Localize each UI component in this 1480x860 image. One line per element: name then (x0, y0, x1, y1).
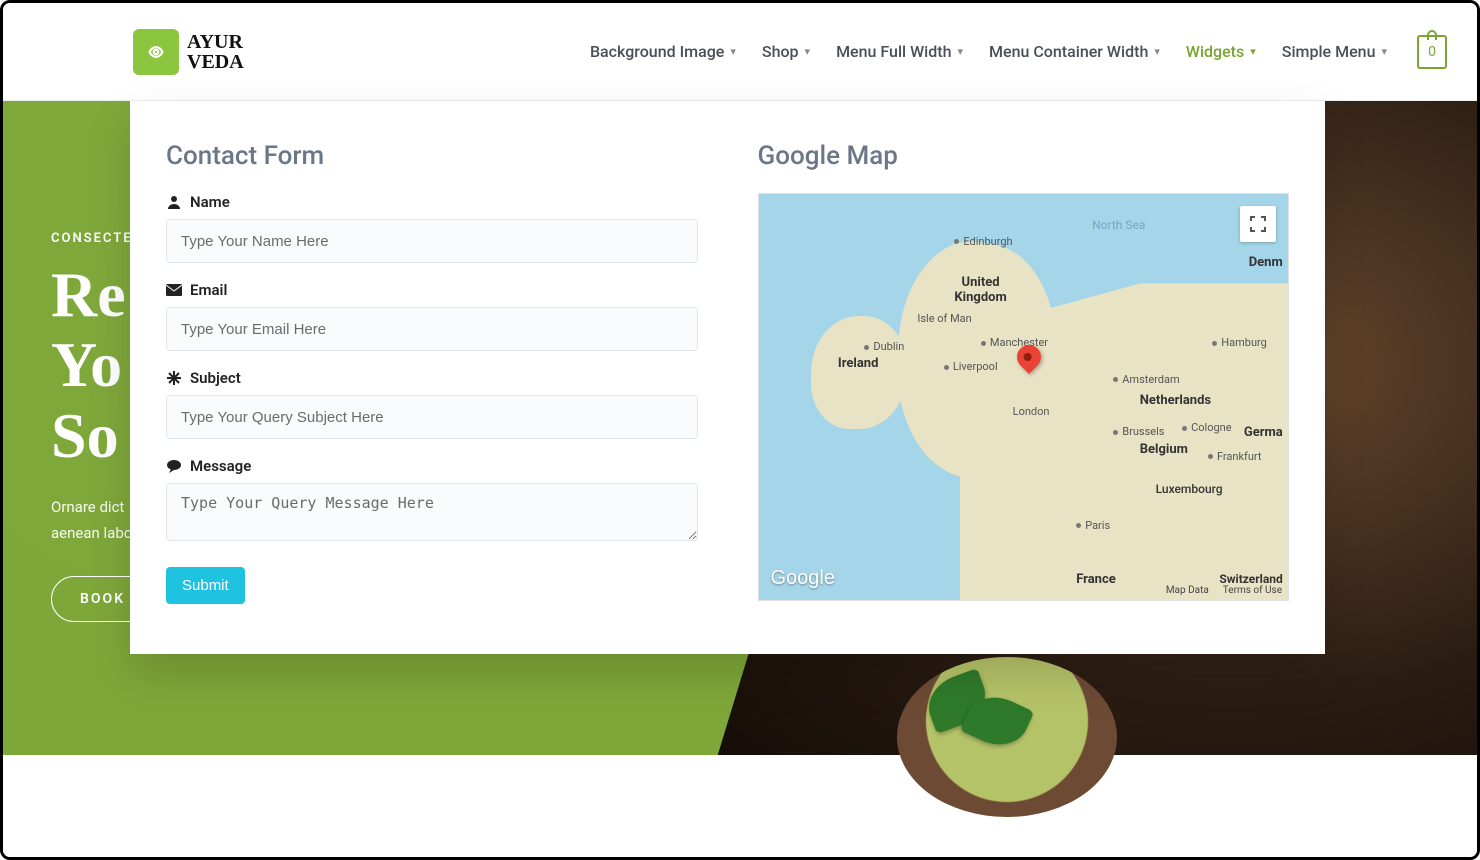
map-country-france: France (1076, 572, 1116, 587)
subject-input[interactable] (166, 395, 698, 439)
name-input[interactable] (166, 219, 698, 263)
email-input[interactable] (166, 307, 698, 351)
email-label: Email (166, 281, 698, 299)
main-nav: Background Image▾ Shop▾ Menu Full Width▾… (590, 35, 1447, 69)
chevron-down-icon: ▾ (1154, 45, 1160, 58)
site-header: AYUR VEDA Background Image▾ Shop▾ Menu F… (3, 3, 1477, 101)
map-marker[interactable] (1017, 345, 1041, 369)
nav-item-simple-menu[interactable]: Simple Menu▾ (1282, 42, 1387, 61)
cart-button[interactable]: 0 (1417, 35, 1447, 69)
logo[interactable]: AYUR VEDA (133, 29, 244, 75)
map-country-denmark: Denm (1249, 255, 1283, 270)
mail-icon (166, 282, 182, 298)
nav-item-widgets[interactable]: Widgets▾ (1186, 42, 1256, 61)
chevron-down-icon: ▾ (957, 45, 963, 58)
name-field-row: Name (166, 193, 698, 263)
map-city-liverpool: Liverpool (944, 360, 998, 373)
name-label: Name (166, 193, 698, 211)
nav-item-shop[interactable]: Shop▾ (762, 42, 810, 61)
email-field-row: Email (166, 281, 698, 351)
map-landmass-ireland (811, 316, 906, 430)
map-city-isle-of-man: Isle of Man (917, 312, 971, 325)
decor-mint (927, 677, 1047, 767)
google-logo: Google (771, 567, 836, 590)
map-country-germany: Germa (1244, 425, 1283, 440)
map-city-brussels: Brussels (1113, 425, 1164, 438)
map-country-uk: UnitedKingdom (954, 275, 1006, 305)
nav-item-menu-full-width[interactable]: Menu Full Width▾ (836, 42, 963, 61)
google-map[interactable]: North Sea UnitedKingdom Ireland Netherla… (758, 193, 1290, 601)
message-label: Message (166, 457, 698, 475)
nav-item-background-image[interactable]: Background Image▾ (590, 42, 736, 61)
page-frame: AYUR VEDA Background Image▾ Shop▾ Menu F… (0, 0, 1480, 860)
map-city-paris: Paris (1076, 519, 1110, 532)
user-icon (166, 194, 182, 210)
chevron-down-icon: ▾ (805, 45, 811, 58)
subject-label: Subject (166, 369, 698, 387)
map-terms-link[interactable]: Terms of Use (1223, 585, 1282, 596)
map-city-cologne: Cologne (1182, 421, 1231, 434)
map-city-dublin: Dublin (864, 340, 904, 353)
map-data-link[interactable]: Map Data (1166, 585, 1209, 596)
logo-mark-icon (133, 29, 179, 75)
chevron-down-icon: ▾ (1381, 45, 1387, 58)
asterisk-icon (166, 370, 182, 386)
google-map-column: Google Map North Sea UnitedKingdom Irela… (758, 141, 1290, 604)
map-credits: Map Data Terms of Use (1166, 585, 1282, 596)
chat-icon (166, 458, 182, 474)
chevron-down-icon: ▾ (1250, 45, 1256, 58)
widgets-mega-dropdown: Contact Form Name Email Subject (130, 101, 1325, 654)
map-city-hamburg: Hamburg (1212, 336, 1267, 349)
map-city-amsterdam: Amsterdam (1113, 373, 1179, 386)
map-country-luxembourg: Luxembourg (1156, 482, 1223, 496)
map-city-london: London (1013, 405, 1050, 418)
message-textarea[interactable] (166, 483, 698, 541)
map-country-ireland: Ireland (838, 356, 878, 371)
submit-button[interactable]: Submit (166, 567, 245, 604)
subject-field-row: Subject (166, 369, 698, 439)
map-sea-label: North Sea (1092, 218, 1145, 232)
chevron-down-icon: ▾ (730, 45, 736, 58)
cart-count: 0 (1428, 44, 1436, 60)
map-city-edinburgh: Edinburgh (954, 235, 1012, 248)
map-fullscreen-button[interactable] (1240, 206, 1276, 242)
bottom-strip (3, 755, 1477, 857)
map-country-switzerland: Switzerland (1219, 572, 1282, 586)
map-country-netherlands: Netherlands (1140, 393, 1211, 408)
contact-form-column: Contact Form Name Email Subject (166, 141, 698, 604)
contact-form-title: Contact Form (166, 141, 698, 171)
nav-item-menu-container-width[interactable]: Menu Container Width▾ (989, 42, 1160, 61)
google-map-title: Google Map (758, 141, 1290, 171)
message-field-row: Message (166, 457, 698, 545)
map-city-frankfurt: Frankfurt (1208, 450, 1262, 463)
map-country-belgium: Belgium (1140, 442, 1188, 457)
logo-text: AYUR VEDA (187, 32, 244, 72)
